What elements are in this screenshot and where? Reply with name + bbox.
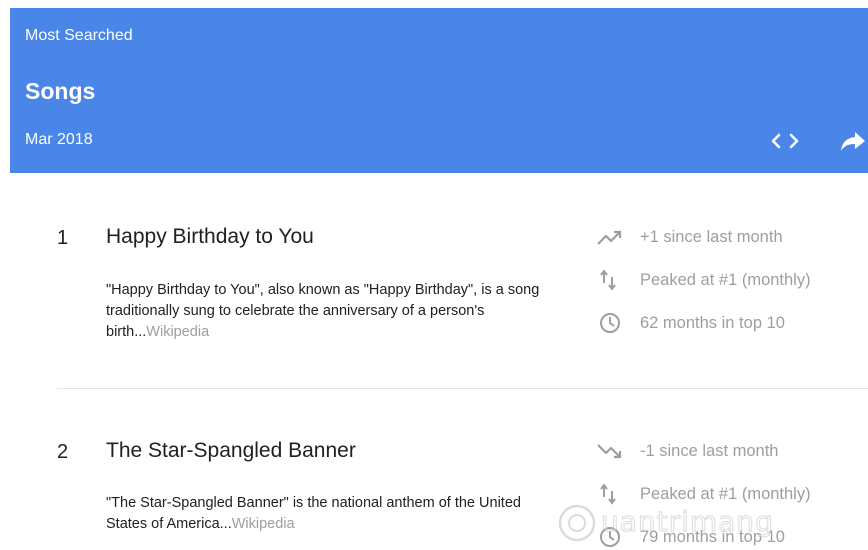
trending-down-icon bbox=[597, 444, 622, 459]
song-description: "The Star-Spangled Banner" is the nation… bbox=[106, 493, 561, 535]
date-label: Mar 2018 bbox=[25, 131, 93, 148]
stat-text: 62 months in top 10 bbox=[640, 313, 785, 332]
description-text: "The Star-Spangled Banner" is the nation… bbox=[106, 495, 521, 532]
peak-arrows-icon bbox=[600, 269, 616, 291]
watermark: uantrimang bbox=[555, 495, 855, 550]
rank-number: 2 bbox=[57, 441, 69, 463]
share-button[interactable] bbox=[838, 127, 868, 155]
wikipedia-link[interactable]: Wikipedia bbox=[232, 516, 295, 532]
stat-change: +1 since last month bbox=[596, 224, 783, 250]
song-description: "Happy Birthday to You", also known as "… bbox=[106, 280, 561, 343]
embed-button[interactable] bbox=[768, 127, 802, 155]
clock-icon bbox=[600, 313, 620, 333]
song-title[interactable]: Happy Birthday to You bbox=[106, 225, 314, 249]
stat-change: -1 since last month bbox=[596, 438, 778, 464]
watermark-logo-icon bbox=[558, 504, 596, 542]
wikipedia-link[interactable]: Wikipedia bbox=[146, 324, 209, 340]
stat-weeks: 62 months in top 10 bbox=[596, 310, 785, 336]
header-banner: Most Searched Songs Mar 2018 bbox=[10, 8, 868, 173]
row-divider bbox=[57, 388, 868, 389]
header-subtitle: Most Searched bbox=[25, 27, 133, 44]
rank-number: 1 bbox=[57, 227, 69, 249]
stat-text: +1 since last month bbox=[640, 227, 783, 246]
share-arrow-icon bbox=[841, 132, 865, 151]
watermark-text: uantrimang bbox=[601, 505, 774, 539]
stat-text: Peaked at #1 (monthly) bbox=[640, 270, 811, 289]
page-title: Songs bbox=[25, 78, 96, 104]
song-title[interactable]: The Star-Spangled Banner bbox=[106, 439, 356, 463]
stat-peak: Peaked at #1 (monthly) bbox=[596, 267, 811, 293]
embed-code-icon bbox=[771, 133, 799, 149]
trending-up-icon bbox=[597, 230, 622, 245]
stat-text: -1 since last month bbox=[640, 441, 779, 460]
